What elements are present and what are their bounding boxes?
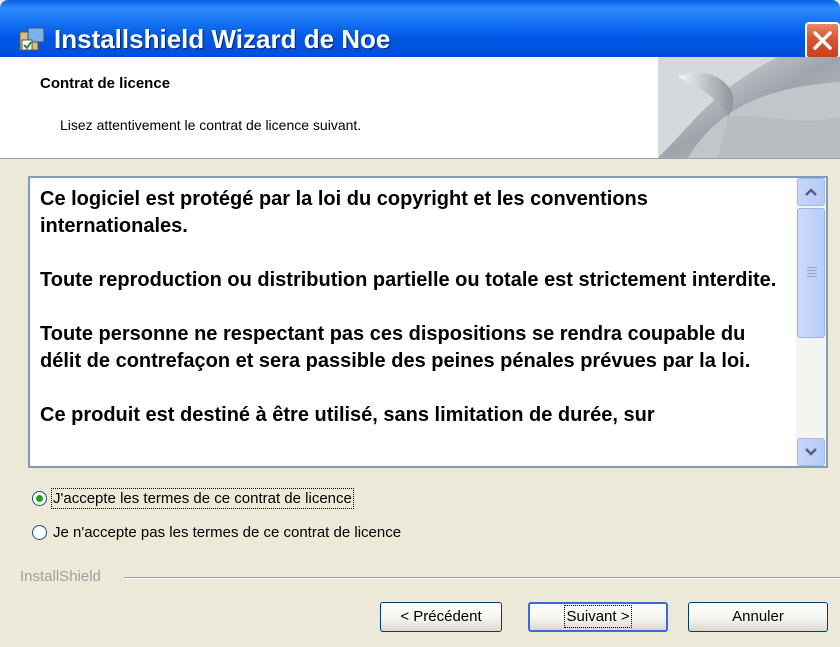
- accept-option[interactable]: J'accepte les termes de ce contrat de li…: [32, 486, 354, 510]
- license-content: Ce logiciel est protégé par la loi du co…: [40, 186, 790, 456]
- decline-option[interactable]: Je n'accepte pas les termes de ce contra…: [32, 520, 401, 544]
- scroll-up-button[interactable]: [797, 178, 825, 206]
- accept-radio[interactable]: [32, 490, 47, 506]
- installer-icon: [19, 27, 45, 51]
- decline-label[interactable]: Je n'accepte pas les termes de ce contra…: [53, 524, 401, 541]
- installer-window: Installshield Wizard de Noe Contrat de l…: [0, 0, 840, 647]
- scroll-thumb[interactable]: [797, 208, 825, 338]
- page-subtitle: Lisez attentivement le contrat de licenc…: [60, 117, 362, 133]
- back-button-label: < Précédent: [400, 608, 482, 625]
- scroll-down-button[interactable]: [797, 438, 825, 466]
- grip-icon: [807, 267, 817, 268]
- cancel-button[interactable]: Annuler: [688, 602, 828, 632]
- window-title: Installshield Wizard de Noe: [54, 24, 391, 54]
- close-button[interactable]: [805, 22, 840, 59]
- page-curl-graphic: [658, 57, 840, 158]
- next-button-label: Suivant >: [563, 605, 633, 628]
- next-button[interactable]: Suivant >: [528, 602, 668, 632]
- license-paragraph: Toute reproduction ou distribution parti…: [40, 269, 777, 291]
- license-paragraph: Ce logiciel est protégé par la loi du co…: [40, 188, 648, 237]
- cancel-button-label: Annuler: [732, 608, 784, 625]
- vertical-scrollbar[interactable]: [796, 178, 826, 466]
- accept-label[interactable]: J'accepte les termes de ce contrat de li…: [51, 487, 354, 509]
- close-icon: [813, 31, 832, 50]
- chevron-up-icon: [805, 188, 817, 196]
- brand-label: InstallShield: [20, 568, 101, 585]
- license-text-box[interactable]: Ce logiciel est protégé par la loi du co…: [28, 176, 828, 468]
- separator: [124, 577, 840, 579]
- chevron-down-icon: [805, 448, 817, 456]
- page-title: Contrat de licence: [40, 75, 171, 92]
- decline-radio[interactable]: [32, 524, 47, 540]
- license-paragraph: Toute personne ne respectant pas ces dis…: [40, 323, 751, 372]
- license-paragraph: Ce produit est destiné à être utilisé, s…: [40, 404, 655, 426]
- back-button[interactable]: < Précédent: [380, 602, 502, 632]
- wizard-header: Contrat de licence Lisez attentivement l…: [0, 57, 840, 159]
